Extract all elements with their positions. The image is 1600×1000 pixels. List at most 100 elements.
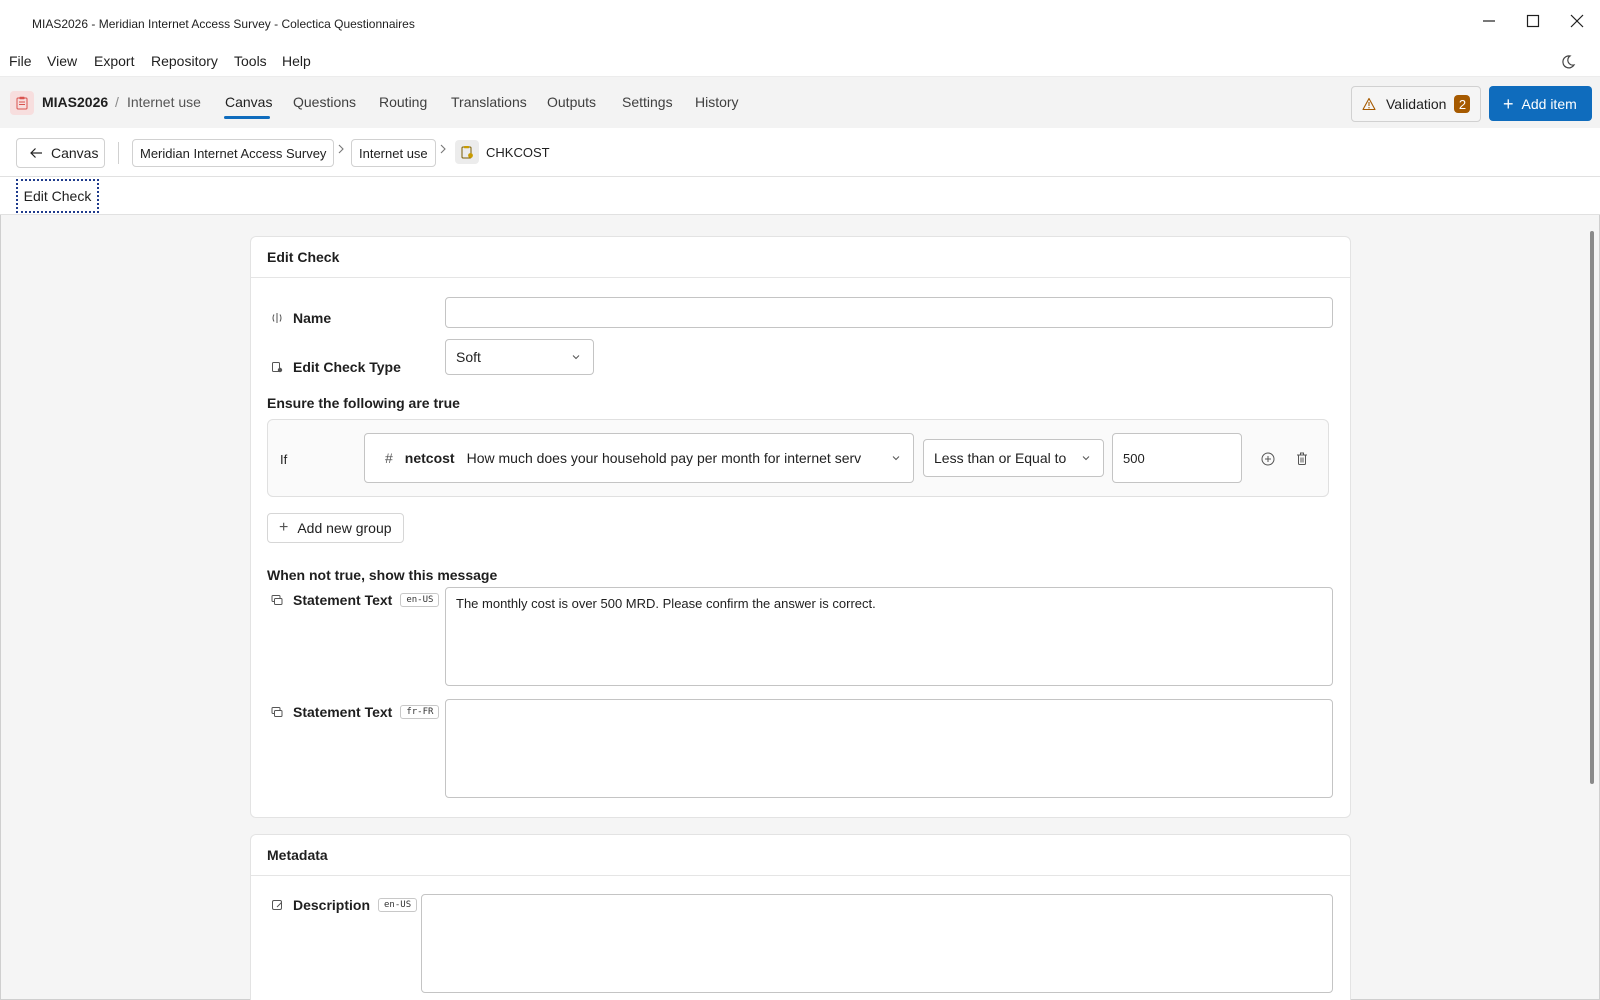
add-new-group-label: Add new group <box>297 520 392 536</box>
current-item-name: CHKCOST <box>486 145 550 160</box>
maximize-icon <box>1526 14 1540 28</box>
variable-name: netcost <box>404 450 455 466</box>
minimize-icon <box>1483 20 1495 22</box>
validation-button[interactable]: Validation 2 <box>1351 86 1481 122</box>
chevron-right-icon <box>338 144 344 154</box>
delete-icon[interactable] <box>1294 451 1310 467</box>
message-title: When not true, show this message <box>267 567 498 583</box>
statement-fr-label-row: Statement Text fr-FR <box>271 704 440 720</box>
edit-check-item-icon <box>455 140 479 164</box>
breadcrumb-divider <box>118 142 119 164</box>
menu-export[interactable]: Export <box>94 53 134 69</box>
breadcrumb-internet-use[interactable]: Internet use <box>351 139 436 167</box>
tab-questions[interactable]: Questions <box>293 94 356 110</box>
project-separator: / <box>115 94 119 110</box>
description-input[interactable] <box>421 894 1333 993</box>
name-input[interactable] <box>445 297 1333 328</box>
statement-text-fr-input[interactable] <box>445 699 1333 798</box>
compare-value: 500 <box>1123 450 1145 466</box>
operator-select[interactable]: Less than or Equal to <box>923 439 1104 477</box>
maximize-button[interactable] <box>1518 8 1548 34</box>
conditions-title: Ensure the following are true <box>267 395 460 411</box>
editor-tab-row: Edit Check <box>0 177 1600 215</box>
menu-view[interactable]: View <box>47 53 77 69</box>
edit-check-type-select[interactable]: Soft <box>445 339 594 375</box>
description-label-row: Description en-US <box>271 897 418 913</box>
statement-icon <box>271 595 283 605</box>
name-label: Name <box>293 310 332 326</box>
condition-group: If # netcost How much does your househol… <box>267 419 1329 497</box>
project-icon <box>10 91 34 115</box>
statement-label: Statement Text <box>293 592 393 608</box>
validation-label: Validation <box>1386 96 1447 112</box>
name-label-row: Name <box>271 310 331 326</box>
title-bar: MIAS2026 - Meridian Internet Access Surv… <box>0 0 1600 48</box>
tab-routing[interactable]: Routing <box>379 94 427 110</box>
project-subtitle[interactable]: Internet use <box>127 94 201 110</box>
language-badge: fr-FR <box>400 705 440 719</box>
project-name[interactable]: MIAS2026 <box>42 94 108 110</box>
menu-file[interactable]: File <box>9 53 32 69</box>
statement-label: Statement Text <box>293 704 393 720</box>
tab-history[interactable]: History <box>695 94 739 110</box>
back-label: Canvas <box>51 145 99 161</box>
statement-text-en-input[interactable]: The monthly cost is over 500 MRD. Please… <box>445 587 1333 686</box>
menu-tools[interactable]: Tools <box>234 53 267 69</box>
edit-check-card: Edit Check Name Edit Check Type Soft Ens… <box>250 236 1351 818</box>
variable-question: How much does your household pay per mon… <box>466 450 862 466</box>
add-condition-icon[interactable] <box>1260 451 1276 467</box>
chevron-right-icon <box>440 144 446 154</box>
plus-icon: + <box>279 519 289 536</box>
breadcrumb: Canvas Meridian Internet Access Survey I… <box>0 128 1600 177</box>
numeric-variable-icon: # <box>385 450 393 466</box>
language-badge: en-US <box>378 898 418 912</box>
close-icon <box>1570 14 1584 28</box>
theme-toggle-icon[interactable] <box>1560 54 1576 70</box>
active-tab-indicator <box>224 116 270 119</box>
edit-check-type-value: Soft <box>456 349 481 365</box>
description-label: Description <box>293 897 371 913</box>
add-new-group-button[interactable]: + Add new group <box>267 513 404 543</box>
window-title: MIAS2026 - Meridian Internet Access Surv… <box>32 17 415 31</box>
clipboard-check-icon <box>461 146 473 159</box>
statement-en-label-row: Statement Text en-US <box>271 592 440 608</box>
chevron-down-icon <box>572 355 580 360</box>
tab-settings[interactable]: Settings <box>622 94 673 110</box>
arrow-left-icon <box>30 148 42 158</box>
breadcrumb-survey[interactable]: Meridian Internet Access Survey <box>132 139 335 167</box>
metadata-card: Metadata Description en-US <box>250 834 1351 1000</box>
edit-check-type-icon <box>272 362 283 373</box>
language-badge: en-US <box>400 593 440 607</box>
menu-bar: File View Export Repository Tools Help <box>0 48 1600 76</box>
operator-value: Less than or Equal to <box>934 450 1067 466</box>
edit-check-type-label: Edit Check Type <box>293 359 401 375</box>
tab-canvas[interactable]: Canvas <box>225 94 272 110</box>
plus-icon: + <box>1503 93 1514 114</box>
chevron-down-icon <box>892 456 900 461</box>
statement-icon <box>271 707 283 717</box>
minimize-button[interactable] <box>1474 8 1504 34</box>
tab-translations[interactable]: Translations <box>451 94 527 110</box>
menu-repository[interactable]: Repository <box>151 53 218 69</box>
tab-outputs[interactable]: Outputs <box>547 94 596 110</box>
if-label: If <box>280 452 288 467</box>
type-label-row: Edit Check Type <box>271 359 401 375</box>
name-field-icon <box>272 313 282 323</box>
validation-count-badge: 2 <box>1454 95 1471 113</box>
description-icon <box>272 900 282 910</box>
compare-value-input[interactable]: 500 <box>1112 433 1242 483</box>
vertical-scrollbar[interactable] <box>1590 231 1594 784</box>
clipboard-icon <box>16 96 28 110</box>
nav-bar: MIAS2026 / Internet use Canvas Questions… <box>0 76 1600 128</box>
menu-help[interactable]: Help <box>282 53 311 69</box>
tab-edit-check[interactable]: Edit Check <box>16 179 99 213</box>
variable-select[interactable]: # netcost How much does your household p… <box>364 433 914 483</box>
metadata-header: Metadata <box>251 835 1350 876</box>
warning-icon <box>1362 97 1376 111</box>
add-item-button[interactable]: + Add item <box>1489 86 1592 121</box>
close-window-button[interactable] <box>1562 8 1592 34</box>
add-item-label: Add item <box>1521 95 1577 112</box>
edit-check-header: Edit Check <box>251 237 1350 278</box>
back-to-canvas-button[interactable]: Canvas <box>16 138 105 168</box>
chevron-down-icon <box>1082 456 1090 461</box>
